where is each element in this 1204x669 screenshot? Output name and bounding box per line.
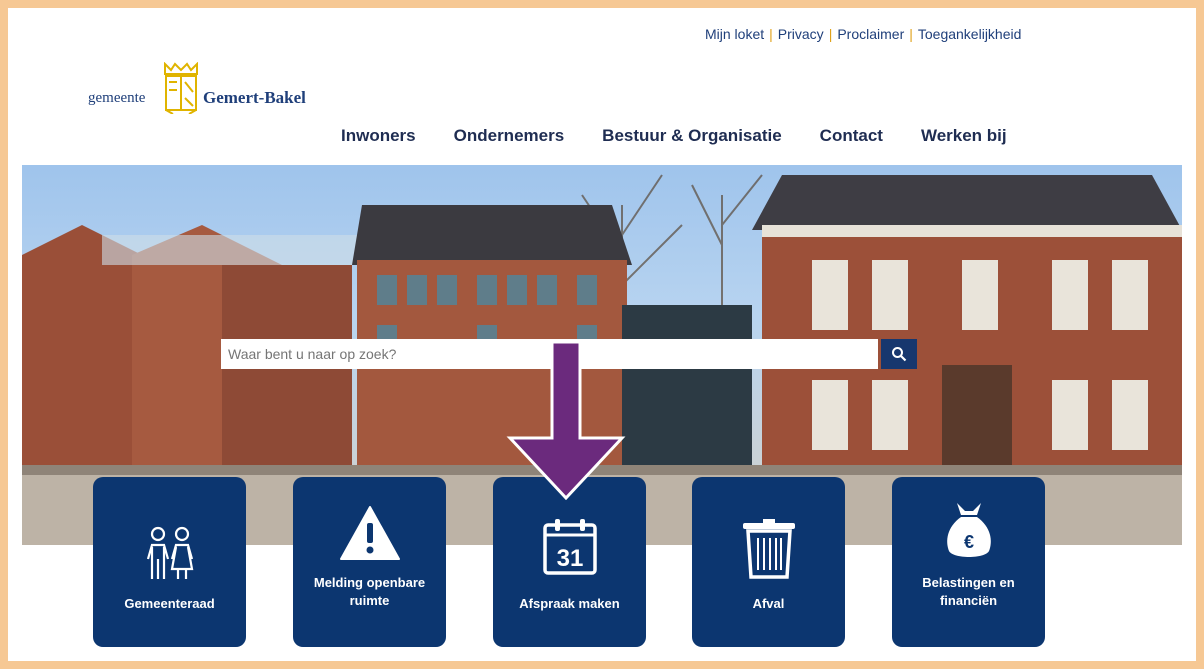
top-link-mijn-loket[interactable]: Mijn loket — [705, 26, 764, 42]
page-frame: Mijn loket | Privacy | Proclaimer | Toegankeli… — [8, 8, 1196, 661]
tile-label: Afval — [752, 596, 785, 611]
top-links: Mijn loket | Privacy | Proclaimer | Toegankeli… — [705, 26, 1021, 42]
search-icon — [892, 347, 907, 362]
nav-inwoners[interactable]: Inwoners — [341, 126, 416, 146]
svg-text:€: € — [963, 532, 973, 552]
top-link-proclaimer[interactable]: Proclaimer — [837, 26, 904, 42]
tile-melding-openbare-ruimte[interactable]: Melding openbare ruimte — [293, 477, 446, 647]
calendar-icon: 31 — [542, 519, 597, 575]
nav-werken-bij[interactable]: Werken bij — [921, 126, 1007, 146]
separator: | — [909, 26, 913, 42]
tile-afval[interactable]: Afval — [692, 477, 845, 647]
search-button[interactable] — [881, 339, 917, 369]
tile-belastingen-en-financien[interactable]: € Belastingen en financiën — [892, 477, 1045, 647]
nav-bestuur-organisatie[interactable]: Bestuur & Organisatie — [602, 126, 782, 146]
top-link-toegankelijkheid[interactable]: Toegankelijkheid — [918, 26, 1022, 42]
top-link-privacy[interactable]: Privacy — [778, 26, 824, 42]
tile-label: Gemeenteraad — [124, 596, 215, 611]
tile-label: Melding openbare ruimte — [313, 575, 426, 608]
tile-gemeenteraad[interactable]: Gemeenteraad — [93, 477, 246, 647]
nav-contact[interactable]: Contact — [820, 126, 883, 146]
separator: | — [828, 26, 833, 42]
warning-icon — [339, 506, 400, 560]
tile-afspraak-maken[interactable]: 31 Afspraak maken — [493, 477, 646, 647]
trash-bin-icon — [742, 519, 795, 579]
tile-label: Afspraak maken — [519, 596, 620, 611]
nav-ondernemers[interactable]: Ondernemers — [454, 126, 565, 146]
money-bag-icon: € — [946, 503, 991, 557]
crest-icon — [164, 62, 198, 114]
svg-text:31: 31 — [556, 545, 583, 572]
logo-prefix: gemeente — [88, 90, 146, 106]
people-icon — [146, 526, 193, 579]
logo-name: Gemert-Bakel — [203, 88, 306, 107]
annotation-arrow-icon — [506, 340, 626, 500]
tile-label: Belastingen en financiën — [922, 575, 1015, 608]
separator: | — [769, 26, 773, 42]
main-nav: Inwoners Ondernemers Bestuur & Organisat… — [341, 126, 1007, 146]
